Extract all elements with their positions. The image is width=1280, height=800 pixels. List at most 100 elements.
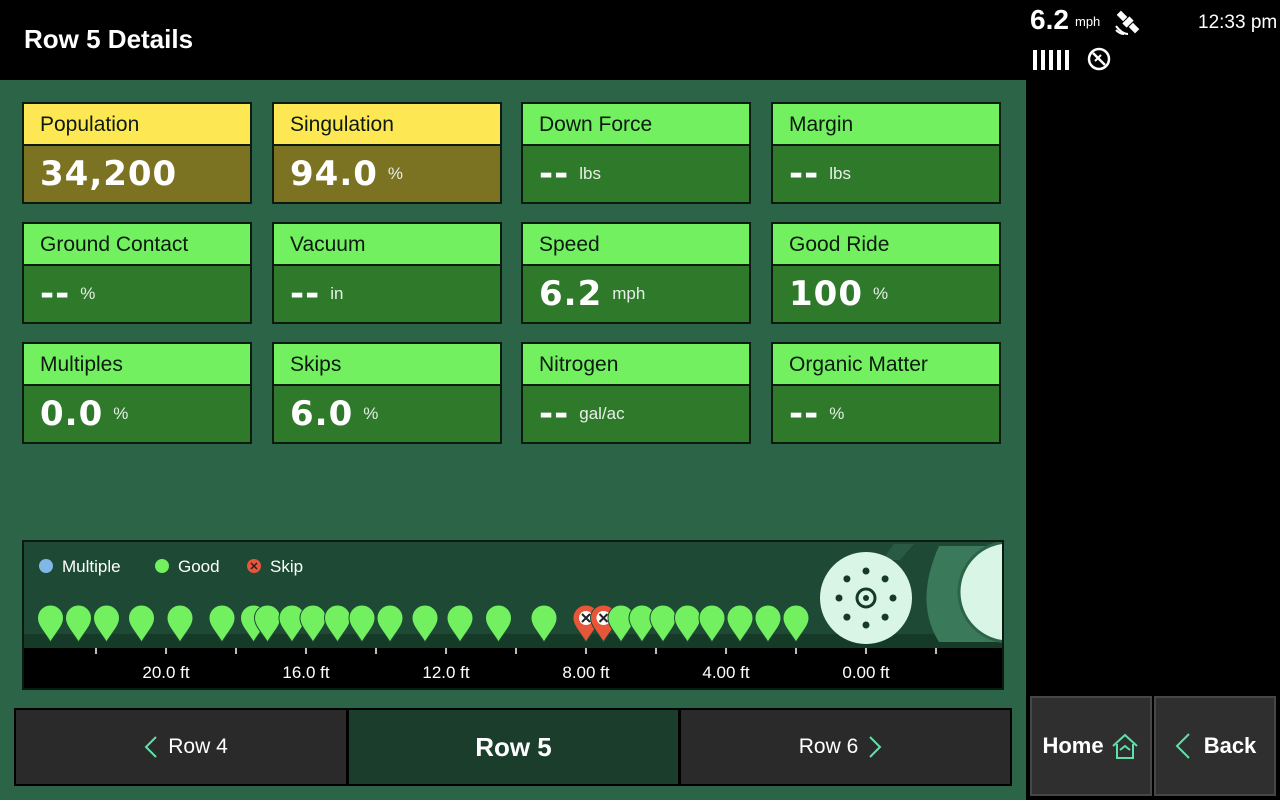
metric-card: Good Ride 100% xyxy=(771,222,1001,324)
metric-unit: % xyxy=(387,164,404,183)
metric-value: -- xyxy=(789,154,820,194)
metric-unit: mph xyxy=(612,284,646,303)
legend-swatch xyxy=(155,559,169,573)
seed-disc-hole xyxy=(862,567,870,575)
metric-value: 100 xyxy=(789,274,863,314)
page-title: Row 5 Details xyxy=(24,24,194,54)
home-icon xyxy=(1111,733,1138,759)
seed-disc-hole xyxy=(889,594,897,602)
metric-label: Vacuum xyxy=(274,224,500,266)
metric-label: Speed xyxy=(523,224,749,266)
metric-card: Down Force -- lbs xyxy=(521,102,751,204)
seed-disc-hole xyxy=(835,594,843,602)
home-label: Home xyxy=(1042,733,1104,758)
seed-spacing-chart: 20.0 ft 16.0 ft 12.0 ft 8.00 ft 4.00 ft 0.00 … xyxy=(22,540,1004,690)
seed-disc-hole xyxy=(881,575,889,583)
axis-tick-label: 8.00 ft xyxy=(562,663,610,682)
chevron-right-icon xyxy=(869,736,882,758)
metric-label: Skips xyxy=(274,344,500,386)
metric-value: -- xyxy=(539,394,570,434)
axis-tick-label: 16.0 ft xyxy=(282,663,330,682)
metric-value: -- xyxy=(539,154,570,194)
seed-disc-hub-center xyxy=(863,595,869,601)
chevron-left-icon xyxy=(144,736,157,758)
metric-value: 6.0 xyxy=(290,394,354,434)
legend-label: Multiple xyxy=(62,557,121,576)
metric-unit: % xyxy=(872,284,889,303)
metric-card: Singulation 94.0% xyxy=(272,102,502,204)
metric-label: Organic Matter xyxy=(773,344,999,386)
metric-value-area: 6.2 mph xyxy=(523,266,749,322)
metric-value: 94.0 xyxy=(290,154,378,194)
legend-swatch xyxy=(39,559,53,573)
next-row-label: Row 6 xyxy=(798,735,859,758)
metric-value-area: -- lbs xyxy=(523,146,749,202)
axis-tick-label: 4.00 ft xyxy=(702,663,750,682)
seed-disc-hole xyxy=(843,613,851,621)
right-panel xyxy=(1026,80,1280,800)
previous-row-label: Row 4 xyxy=(168,735,228,758)
metric-value-area: -- gal/ac xyxy=(523,386,749,442)
legend-label: Skip xyxy=(270,557,303,576)
previous-row-button[interactable]: Row 4 xyxy=(14,708,348,786)
metric-value-area: 6.0% xyxy=(274,386,500,442)
metric-value: -- xyxy=(789,394,820,434)
metric-card: Nitrogen -- gal/ac xyxy=(521,342,751,444)
metric-unit: lbs xyxy=(829,164,851,183)
metric-unit: % xyxy=(113,404,129,423)
gps-speed-unit: mph xyxy=(1075,14,1101,29)
clock: 12:33 pm xyxy=(1198,12,1278,33)
chevron-left-icon xyxy=(1175,733,1190,759)
metric-value-area: 100% xyxy=(773,266,999,322)
metric-value-area: --% xyxy=(24,266,250,322)
metric-card: Population 34,200 xyxy=(22,102,252,204)
metric-label: Down Force xyxy=(523,104,749,146)
metric-unit: % xyxy=(829,404,845,423)
metric-label: Population xyxy=(24,104,250,146)
back-button[interactable]: Back xyxy=(1154,696,1276,796)
home-button[interactable]: Home xyxy=(1030,696,1152,796)
metric-value-area: 0.0% xyxy=(24,386,250,442)
signal-bars-icon xyxy=(1033,50,1069,70)
metric-value: -- xyxy=(40,274,71,314)
metric-value: -- xyxy=(290,274,321,314)
metric-unit: % xyxy=(80,284,96,303)
top-bar: Row 5 Details 6.2 mph 12:33 pm xyxy=(0,0,1280,80)
metric-label: Nitrogen xyxy=(523,344,749,386)
metric-unit: in xyxy=(330,284,344,303)
metric-value: 6.2 xyxy=(539,274,603,314)
axis-tick-label: 0.00 ft xyxy=(842,663,890,682)
metric-value-area: -- in xyxy=(274,266,500,322)
metric-label: Ground Contact xyxy=(24,224,250,266)
metric-label: Singulation xyxy=(274,104,500,146)
metric-label: Margin xyxy=(773,104,999,146)
metric-value-area: -- lbs xyxy=(773,146,999,202)
metric-card: Multiples 0.0% xyxy=(22,342,252,444)
back-label: Back xyxy=(1203,733,1257,758)
gps-speed: 6.2 xyxy=(1030,4,1069,35)
seed-disc-hole xyxy=(881,613,889,621)
metric-label: Good Ride xyxy=(773,224,999,266)
metric-value: 34,200 xyxy=(40,154,178,194)
metric-card: Vacuum -- in xyxy=(272,222,502,324)
metric-card: Skips 6.0% xyxy=(272,342,502,444)
axis-tick-label: 12.0 ft xyxy=(422,663,470,682)
metric-card: Ground Contact --% xyxy=(22,222,252,324)
seed-disc-hole xyxy=(862,621,870,629)
metric-value: 0.0 xyxy=(40,394,104,434)
metric-label: Multiples xyxy=(24,344,250,386)
next-row-button[interactable]: Row 6 xyxy=(679,708,1012,786)
metric-unit: gal/ac xyxy=(579,404,625,423)
axis-tick-label: 20.0 ft xyxy=(142,663,190,682)
metric-card: Speed 6.2 mph xyxy=(521,222,751,324)
satellite-icon xyxy=(1115,10,1140,35)
gps-correction-icon xyxy=(1087,47,1111,71)
metric-value-area: 94.0% xyxy=(274,146,500,202)
current-row-button[interactable]: Row 5 xyxy=(347,708,680,786)
metric-unit: % xyxy=(363,404,379,423)
current-row-label: Row 5 xyxy=(475,731,552,762)
metric-card: Organic Matter --% xyxy=(771,342,1001,444)
metric-unit: lbs xyxy=(579,164,601,183)
metric-value-area: 34,200 xyxy=(24,146,250,202)
seed-disc-hole xyxy=(843,575,851,583)
